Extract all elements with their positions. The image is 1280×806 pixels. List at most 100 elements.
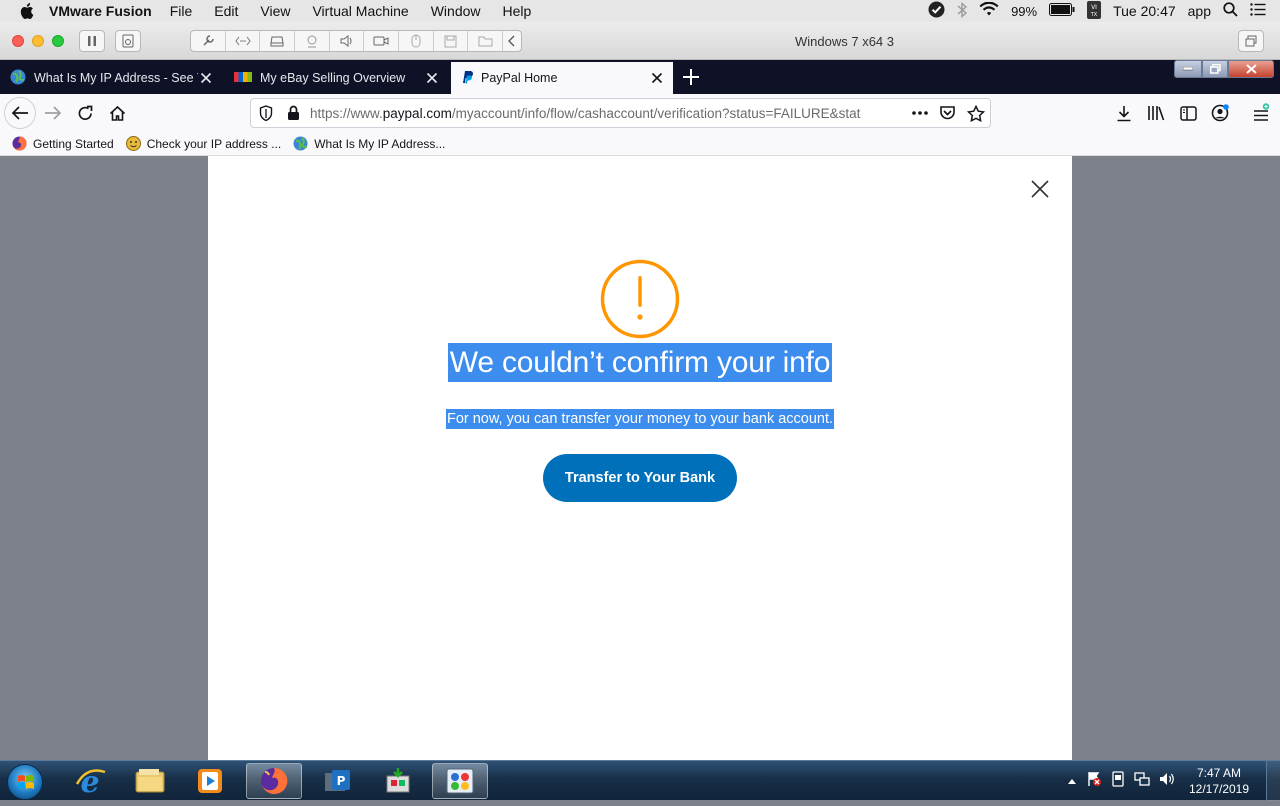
network-icon[interactable] — [226, 31, 261, 51]
windows-taskbar: e P 7:47 AM 12/17/2019 — [0, 760, 1280, 801]
url-text[interactable]: https://www.paypal.com/myaccount/info/fl… — [310, 106, 878, 121]
menu-view[interactable]: View — [260, 3, 290, 19]
bookmarks-toolbar: Getting Started Check your IP address ..… — [0, 132, 1280, 156]
paypal-favicon-icon — [461, 70, 473, 87]
url-bar[interactable]: https://www.paypal.com/myaccount/info/fl… — [250, 98, 991, 128]
control-panel-taskbar-icon[interactable] — [432, 763, 488, 799]
floppy-icon[interactable] — [434, 31, 469, 51]
bookmark-label: Check your IP address ... — [146, 136, 282, 151]
menu-virtual-machine[interactable]: Virtual Machine — [312, 3, 408, 19]
back-arrow-icon[interactable] — [4, 97, 36, 129]
settings-wrench-icon[interactable] — [191, 31, 226, 51]
hamburger-menu-icon[interactable] — [1251, 103, 1271, 123]
menubar-clock[interactable]: Tue 20:47 — [1113, 3, 1176, 19]
win-minimize-button[interactable] — [1174, 60, 1202, 78]
bookmark-getting-started[interactable]: Getting Started — [12, 136, 114, 151]
tab-paypal-home[interactable]: PayPal Home — [451, 62, 673, 94]
account-icon[interactable] — [1210, 103, 1230, 123]
page-actions-menu-icon[interactable] — [911, 105, 929, 126]
usb-mouse-icon[interactable] — [399, 31, 434, 51]
action-center-flag-icon[interactable] — [1086, 771, 1102, 792]
pause-vm-button[interactable] — [79, 30, 105, 52]
win-restore-button[interactable] — [1202, 60, 1228, 78]
bookmark-what-is-my-ip[interactable]: What Is My IP Address... — [293, 136, 445, 151]
lock-icon[interactable] — [287, 105, 300, 126]
vm-window-title: Windows 7 x64 3 — [795, 34, 894, 49]
dialog-close-icon[interactable] — [1030, 179, 1050, 199]
menu-edit[interactable]: Edit — [214, 3, 238, 19]
show-desktop-button[interactable] — [1266, 761, 1280, 801]
explorer-folder-taskbar-icon[interactable] — [122, 763, 178, 799]
volume-tray-icon[interactable] — [1159, 771, 1175, 792]
globe-favicon-icon — [10, 69, 26, 88]
windows-start-button[interactable] — [7, 764, 43, 800]
library-icon[interactable] — [1146, 103, 1166, 123]
wifi-icon[interactable] — [979, 1, 999, 20]
fullscreen-toggle-button[interactable] — [1238, 30, 1264, 52]
reload-icon[interactable] — [75, 103, 95, 123]
globe-favicon-icon — [293, 136, 308, 151]
downloads-icon[interactable] — [1114, 103, 1134, 123]
notification-center-icon[interactable] — [1250, 3, 1266, 19]
installer-taskbar-icon[interactable] — [370, 763, 426, 799]
battery-icon[interactable] — [1049, 3, 1075, 19]
vm-device-toolbar — [190, 30, 522, 52]
sound-icon[interactable] — [330, 31, 365, 51]
tray-device-icon[interactable] — [1111, 770, 1125, 792]
app-menu[interactable]: VMware Fusion — [49, 3, 152, 19]
dialog-title: We couldn’t confirm your info — [447, 343, 833, 382]
apple-icon[interactable] — [20, 3, 34, 19]
network-tray-icon[interactable] — [1134, 771, 1150, 792]
window-close-button[interactable] — [12, 35, 24, 47]
media-player-taskbar-icon[interactable] — [182, 763, 238, 799]
collapse-chevron-icon[interactable] — [503, 31, 521, 51]
spotlight-search-icon[interactable] — [1223, 2, 1238, 20]
menu-file[interactable]: File — [170, 3, 193, 19]
tab-close-icon[interactable] — [649, 70, 665, 86]
firefox-taskbar-icon[interactable] — [246, 763, 302, 799]
bookmark-label: Getting Started — [33, 136, 114, 151]
dialog-title-wrapper: We couldn’t confirm your info — [208, 343, 1072, 382]
system-tray: 7:47 AM 12/17/2019 — [1067, 761, 1254, 801]
tab-title: PayPal Home — [481, 71, 558, 85]
bookmark-check-ip[interactable]: Check your IP address ... — [125, 136, 282, 151]
show-hidden-icons-arrow-icon[interactable] — [1067, 772, 1077, 790]
tab-ebay-selling[interactable]: My eBay Selling Overview — [224, 62, 448, 94]
checkmark-status-icon[interactable] — [928, 1, 945, 21]
paypal-app-taskbar-icon[interactable]: P — [310, 763, 366, 799]
hard-disk-icon[interactable] — [260, 31, 296, 51]
tab-close-icon[interactable] — [424, 70, 440, 86]
video-camera-icon[interactable] — [364, 31, 400, 51]
input-source-icon[interactable]: VI TX — [1087, 0, 1102, 22]
battery-percent[interactable]: 99% — [1011, 4, 1037, 19]
tab-what-is-my-ip[interactable]: What Is My IP Address - See Your — [0, 62, 222, 94]
vmware-toolbar: Windows 7 x64 3 — [0, 22, 1280, 60]
shared-folder-icon[interactable] — [468, 31, 504, 51]
forward-arrow-icon[interactable] — [43, 103, 63, 123]
camera-device-icon[interactable] — [295, 31, 330, 51]
dialog-subtitle: For now, you can transfer your money to … — [445, 409, 835, 429]
tab-close-icon[interactable] — [198, 70, 214, 86]
snapshot-button[interactable] — [115, 30, 141, 52]
transfer-to-bank-button[interactable]: Transfer to Your Bank — [543, 454, 737, 502]
win-close-button[interactable] — [1228, 60, 1274, 78]
menu-help[interactable]: Help — [503, 3, 532, 19]
menubar-user[interactable]: app — [1188, 3, 1211, 19]
internet-explorer-taskbar-icon[interactable]: e — [62, 763, 118, 799]
warning-exclamation-icon — [599, 258, 681, 340]
bluetooth-icon[interactable] — [957, 1, 968, 21]
menu-window[interactable]: Window — [431, 3, 481, 19]
tracking-shield-icon[interactable] — [259, 105, 273, 127]
pocket-icon[interactable] — [939, 105, 956, 126]
taskbar-clock[interactable]: 7:47 AM 12/17/2019 — [1184, 765, 1254, 797]
bookmark-star-icon[interactable] — [966, 104, 986, 127]
dialog-subtitle-wrapper: For now, you can transfer your money to … — [208, 409, 1072, 429]
window-minimize-button[interactable] — [32, 35, 44, 47]
tab-title: What Is My IP Address - See Your — [34, 71, 198, 85]
taskbar-time: 7:47 AM — [1196, 766, 1242, 780]
taskbar-date: 12/17/2019 — [1188, 782, 1250, 796]
new-tab-plus-icon[interactable] — [680, 66, 702, 88]
window-zoom-button[interactable] — [52, 35, 64, 47]
home-icon[interactable] — [107, 103, 127, 123]
sidebar-icon[interactable] — [1178, 103, 1198, 123]
